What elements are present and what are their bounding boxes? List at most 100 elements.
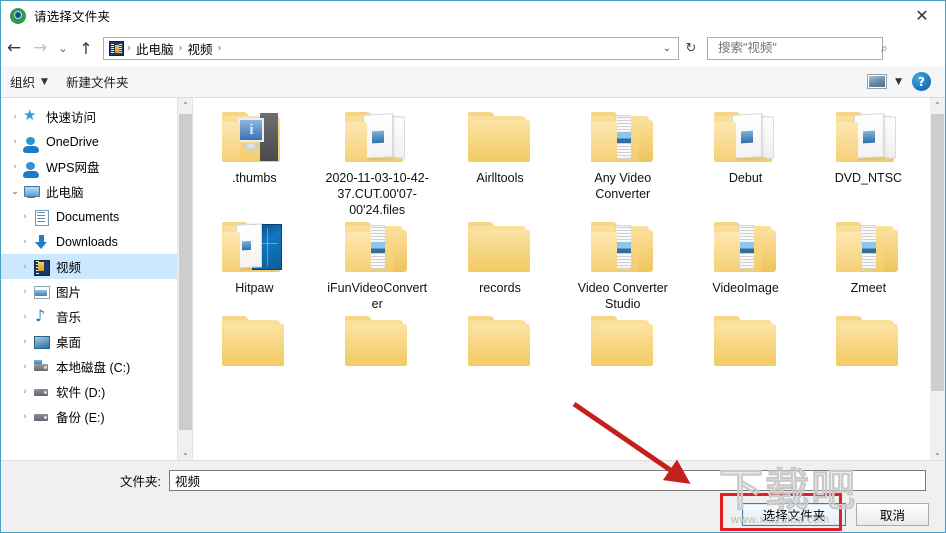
- view-mode-icon[interactable]: [867, 74, 888, 89]
- sidebar-item-12[interactable]: › 备份 (E:): [1, 404, 177, 429]
- folder-item[interactable]: [193, 312, 316, 368]
- chevron-down-icon[interactable]: ⌄: [656, 37, 678, 60]
- folder-filmstrip[interactable]: [836, 222, 900, 274]
- folder-filmstrip[interactable]: [713, 222, 778, 274]
- breadcrumb[interactable]: › 此电脑 › 视频 › ⌄: [103, 36, 679, 60]
- system-drive-icon: [33, 359, 50, 375]
- sidebar-item-2[interactable]: › WPS网盘: [1, 154, 177, 179]
- breadcrumb-item-0[interactable]: 此电脑: [132, 39, 178, 58]
- chevron-right-icon[interactable]: ›: [7, 112, 23, 122]
- folder-item-label: 2020-11-03-10-42-37.CUT.00'07-00'24.file…: [325, 171, 429, 217]
- sidebar-item-11[interactable]: › 软件 (D:): [1, 379, 177, 404]
- folder-item[interactable]: [684, 312, 807, 368]
- folder-item[interactable]: Hitpaw: [193, 218, 316, 312]
- file-list-scrollbar[interactable]: ⌃ ⌄: [930, 98, 945, 460]
- folder-field-row: 文件夹: 视频: [1, 468, 945, 492]
- folder-plain[interactable]: [563, 312, 683, 368]
- chevron-right-icon[interactable]: ›: [7, 162, 23, 172]
- scroll-down-icon[interactable]: ⌄: [178, 445, 193, 460]
- documents-icon: [33, 209, 50, 226]
- folder-item[interactable]: iFunVideoConverter: [316, 218, 439, 312]
- sidebar-item-10[interactable]: › 本地磁盘 (C:): [1, 354, 177, 379]
- search-icon[interactable]: ⌕: [881, 41, 888, 56]
- folder-item[interactable]: Video Converter Studio: [561, 218, 684, 312]
- folder-filmstrip[interactable]: [345, 222, 409, 274]
- folder-item[interactable]: [561, 312, 684, 368]
- chevron-right-icon[interactable]: ›: [17, 337, 33, 347]
- help-icon[interactable]: ?: [912, 72, 931, 91]
- scrollbar-thumb[interactable]: [931, 114, 944, 391]
- window-title: 请选择文件夹: [34, 10, 111, 24]
- sidebar-item-1[interactable]: › OneDrive: [1, 129, 177, 154]
- sidebar-item-label: WPS网盘: [46, 161, 100, 175]
- folder-item[interactable]: [316, 312, 439, 368]
- folder-item[interactable]: [439, 312, 562, 368]
- folder-item[interactable]: Zmeet: [807, 218, 930, 312]
- folder-item[interactable]: Debut: [684, 108, 807, 218]
- sidebar-item-4[interactable]: › Documents: [1, 204, 177, 229]
- chevron-right-icon[interactable]: ›: [17, 262, 33, 272]
- new-folder-button[interactable]: 新建文件夹: [57, 70, 138, 94]
- chevron-down-icon[interactable]: ▼: [891, 77, 912, 87]
- cancel-button[interactable]: 取消: [856, 503, 929, 526]
- folder-plain[interactable]: [467, 222, 532, 274]
- select-folder-button[interactable]: 选择文件夹: [742, 503, 846, 526]
- sidebar-item-label: 本地磁盘 (C:): [56, 361, 131, 375]
- folder-plain[interactable]: [808, 312, 928, 368]
- chevron-down-icon[interactable]: ⌄: [7, 187, 23, 197]
- chevron-right-icon[interactable]: ›: [17, 287, 33, 297]
- back-button[interactable]: ←: [1, 35, 27, 61]
- folder-item[interactable]: records: [439, 218, 562, 312]
- scrollbar-thumb[interactable]: [179, 114, 192, 430]
- recent-locations-button[interactable]: ⌄: [53, 35, 73, 61]
- navigation-scrollbar[interactable]: ⌃ ⌄: [177, 98, 193, 460]
- folder-plain[interactable]: [194, 312, 314, 368]
- search-input[interactable]: [716, 40, 881, 56]
- close-icon[interactable]: ✕: [899, 1, 945, 30]
- search-box[interactable]: ⌕: [707, 36, 888, 60]
- folder-input[interactable]: 视频: [169, 469, 926, 491]
- refresh-icon[interactable]: ↻: [679, 37, 703, 60]
- chevron-right-icon[interactable]: ›: [17, 312, 33, 322]
- address-bar: ← → ⌄ ↑ › 此电脑 › 视频 › ⌄ ↻ ⌕: [1, 30, 945, 66]
- folder-item[interactable]: VideoImage: [684, 218, 807, 312]
- organize-button[interactable]: 组织 ▼: [1, 70, 57, 94]
- cloud-icon: [23, 161, 40, 178]
- sidebar-item-8[interactable]: › 音乐: [1, 304, 177, 329]
- sidebar-item-0[interactable]: › 快速访问: [1, 104, 177, 129]
- sidebar-item-3[interactable]: ⌄ 此电脑: [1, 179, 177, 204]
- chevron-right-icon[interactable]: ›: [17, 412, 33, 422]
- forward-button[interactable]: →: [27, 35, 53, 61]
- chevron-right-icon[interactable]: ›: [7, 137, 23, 147]
- folder-monitor-thumbnail[interactable]: i: [222, 112, 286, 164]
- scroll-up-icon[interactable]: ⌃: [930, 98, 945, 113]
- chevron-right-icon[interactable]: ›: [17, 212, 33, 222]
- sidebar-item-6[interactable]: › 视频: [1, 254, 177, 279]
- folder-item[interactable]: i .thumbs: [193, 108, 316, 218]
- folder-document-sheet[interactable]: [713, 112, 778, 164]
- scroll-down-icon[interactable]: ⌄: [930, 445, 945, 460]
- up-button[interactable]: ↑: [73, 35, 99, 61]
- chevron-right-icon[interactable]: ›: [17, 237, 33, 247]
- folder-item[interactable]: Airlltools: [439, 108, 562, 218]
- folder-item[interactable]: 2020-11-03-10-42-37.CUT.00'07-00'24.file…: [316, 108, 439, 218]
- folder-item[interactable]: DVD_NTSC: [807, 108, 930, 218]
- chevron-right-icon[interactable]: ›: [17, 362, 33, 372]
- folder-item[interactable]: Any Video Converter: [561, 108, 684, 218]
- sidebar-item-9[interactable]: › 桌面: [1, 329, 177, 354]
- folder-plain[interactable]: [686, 312, 806, 368]
- folder-filmstrip[interactable]: [590, 222, 655, 274]
- sidebar-item-5[interactable]: › Downloads: [1, 229, 177, 254]
- folder-plain[interactable]: [317, 312, 437, 368]
- sidebar-item-7[interactable]: › 图片: [1, 279, 177, 304]
- scroll-up-icon[interactable]: ⌃: [178, 98, 193, 113]
- folder-document-sheet[interactable]: [345, 112, 409, 164]
- folder-plain[interactable]: [440, 312, 560, 368]
- breadcrumb-item-1[interactable]: 视频: [184, 39, 217, 58]
- folder-item[interactable]: [807, 312, 930, 368]
- folder-plain[interactable]: [467, 112, 532, 164]
- folder-filmstrip[interactable]: [590, 112, 655, 164]
- folder-windows-preview[interactable]: [222, 222, 286, 274]
- chevron-right-icon[interactable]: ›: [17, 387, 33, 397]
- folder-document-sheet[interactable]: [836, 112, 900, 164]
